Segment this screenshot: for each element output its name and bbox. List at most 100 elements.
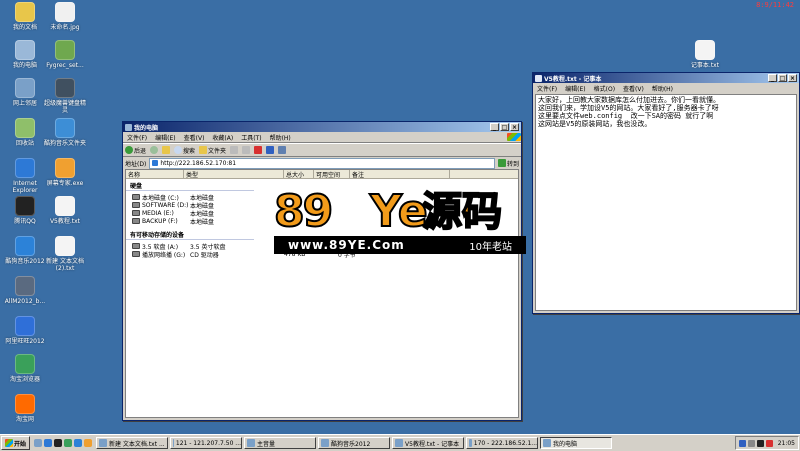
task-label: 121 - 121.207.7.50 ... <box>175 439 242 447</box>
close-button[interactable]: × <box>788 74 797 82</box>
drive-icon <box>132 210 140 216</box>
delete-icon[interactable] <box>254 146 263 154</box>
desktop-icon[interactable]: 酷狗音乐文件夹 <box>42 118 88 147</box>
taskbar-button[interactable]: 我的电脑 <box>540 437 613 449</box>
desktop-icon-label: Fygrec_set... <box>46 62 84 69</box>
notepad-titlebar[interactable]: V5教程.txt - 记事本 _ □ × <box>533 73 799 83</box>
network-icon <box>15 78 35 98</box>
col-type[interactable]: 类型 <box>184 170 284 178</box>
search-button[interactable]: 搜索 <box>174 146 195 155</box>
windows-flag-icon <box>5 439 13 447</box>
drive-icon <box>132 194 140 200</box>
taskbar-button[interactable]: 酷狗音乐2012 <box>318 437 391 449</box>
menu-favorites[interactable]: 收藏(A) <box>208 133 237 142</box>
desktop-icon[interactable]: 淘宝浏览器 <box>2 354 48 383</box>
minimize-button[interactable]: _ <box>490 123 499 131</box>
copy-to-icon[interactable] <box>242 146 251 154</box>
menu-view[interactable]: 查看(V) <box>180 133 209 142</box>
tray-qq-icon[interactable] <box>756 439 764 447</box>
media-icon[interactable] <box>64 439 73 447</box>
desktop-icon-label: 超级魔兽键盘精灵 <box>43 100 86 114</box>
desktop-icon-label: 屏幕专家.exe <box>46 180 84 187</box>
desktop-icon[interactable]: V5教程.txt <box>42 196 88 225</box>
col-name[interactable]: 名称 <box>126 170 184 178</box>
forward-arrow-icon[interactable] <box>150 146 159 154</box>
app-icon <box>55 40 75 60</box>
desktop-icon[interactable]: AllM2012_b... <box>2 276 48 305</box>
task-label: 我的电脑 <box>553 440 578 448</box>
col-comment[interactable]: 备注 <box>350 170 450 178</box>
clock[interactable]: 21:05 <box>778 440 795 447</box>
menu-file[interactable]: 文件(F) <box>123 133 151 142</box>
task-label: 主音量 <box>257 440 276 448</box>
kugou-icon[interactable] <box>74 439 83 447</box>
back-button[interactable]: 后退 <box>125 146 146 155</box>
maximize-button[interactable]: □ <box>500 123 509 131</box>
drive-name: BACKUP (F:) <box>142 217 178 225</box>
notepad-menu-help[interactable]: 帮助(H) <box>648 84 677 93</box>
menu-help[interactable]: 帮助(H) <box>266 133 295 142</box>
ie-icon <box>15 158 35 178</box>
taskbar-button[interactable]: 新建 文本文档.txt ... <box>96 437 169 449</box>
desktop-icon[interactable]: 屏幕专家.exe <box>42 158 88 187</box>
taskbar-button[interactable]: 主音量 <box>244 437 317 449</box>
notepad-menu-edit[interactable]: 编辑(E) <box>561 84 589 93</box>
explorer-window[interactable]: 我的电脑 _ □ × 文件(F) 编辑(E) 查看(V) 收藏(A) 工具(T)… <box>122 121 522 421</box>
ie-icon[interactable] <box>44 439 53 447</box>
desktop-icon-label: 新建 文本文档 (2).txt <box>46 258 84 272</box>
move-to-icon[interactable] <box>230 146 239 154</box>
notepad-menu-view[interactable]: 查看(V) <box>619 84 648 93</box>
desktop-icon[interactable]: 阿里旺旺2012 <box>2 316 48 345</box>
search-icon <box>174 146 183 154</box>
minimize-button[interactable]: _ <box>768 74 777 82</box>
wangwang-icon <box>15 316 35 336</box>
explorer-titlebar[interactable]: 我的电脑 _ □ × <box>123 122 521 132</box>
kugou-icon <box>15 236 35 256</box>
desktop-icon-label: 淘宝浏览器 <box>9 376 40 383</box>
app-icon <box>15 276 35 296</box>
computer-icon <box>125 123 132 131</box>
address-input[interactable]: http://222.186.52.170:81 <box>149 157 495 169</box>
explorer-toolbar: 后退 搜索 文件夹 <box>123 143 521 157</box>
drive-type: CD 驱动器 <box>190 251 219 259</box>
desktop-icon[interactable]: 超级魔兽键盘精灵 <box>42 78 88 114</box>
desktop-icon[interactable]: 未命名.jpg <box>42 2 88 31</box>
tray-network-icon[interactable] <box>738 439 746 447</box>
menu-tools[interactable]: 工具(T) <box>237 133 265 142</box>
start-button[interactable]: 开始 <box>1 436 31 450</box>
watermark-slogan: 10年老站 <box>469 241 512 253</box>
taskbar-button[interactable]: 121 - 121.207.7.50 ... <box>170 437 243 449</box>
top-status-text: 8:9/11:42 <box>756 1 794 9</box>
taskbar: 开始 新建 文本文档.txt ... 121 - 121.207.7.50 ...… <box>0 434 800 451</box>
qq-icon[interactable] <box>54 439 63 447</box>
my-computer-icon <box>15 40 35 60</box>
tray-antivirus-icon[interactable] <box>765 439 773 447</box>
notepad-menu-file[interactable]: 文件(F) <box>533 84 561 93</box>
notepad-window[interactable]: V5教程.txt - 记事本 _ □ × 文件(F) 编辑(E) 格式(O) 查… <box>532 72 800 314</box>
quick-launch <box>34 439 93 447</box>
notepad-text-area[interactable]: 大家好，上回教大家数据库怎么付加进去。你们一看就懂。 这回我们来，学加设V5的网… <box>535 94 797 311</box>
go-button[interactable]: 转到 <box>497 159 519 168</box>
tray-volume-icon[interactable] <box>747 439 755 447</box>
desktop-icon[interactable]: 记事本.txt <box>682 40 728 69</box>
close-button[interactable]: × <box>510 123 519 131</box>
notepad-menubar: 文件(F) 编辑(E) 格式(O) 查看(V) 帮助(H) <box>533 83 799 93</box>
taskbar-button[interactable]: V5教程.txt - 记事本 <box>392 437 465 449</box>
menu-edit[interactable]: 编辑(E) <box>151 133 179 142</box>
undo-icon[interactable] <box>266 146 275 154</box>
notepad-icon <box>535 74 542 82</box>
views-icon[interactable] <box>278 146 287 154</box>
up-folder-icon[interactable] <box>162 146 171 154</box>
notepad-menu-format[interactable]: 格式(O) <box>590 84 619 93</box>
maximize-button[interactable]: □ <box>778 74 787 82</box>
taskbar-button[interactable]: 170 - 222.186.52.1... <box>466 437 539 449</box>
drive-name-cell: SOFTWARE (D:) <box>126 202 190 209</box>
desktop-icon[interactable]: 淘宝网 <box>2 394 48 423</box>
col-size[interactable]: 总大小 <box>284 170 314 178</box>
desktop-icon[interactable]: Fygrec_set... <box>42 40 88 69</box>
wangwang-icon[interactable] <box>84 439 93 447</box>
show-desktop-icon[interactable] <box>34 439 43 447</box>
col-free[interactable]: 可用空间 <box>314 170 350 178</box>
folders-button[interactable]: 文件夹 <box>199 146 226 155</box>
desktop-icon[interactable]: 新建 文本文档 (2).txt <box>42 236 88 272</box>
